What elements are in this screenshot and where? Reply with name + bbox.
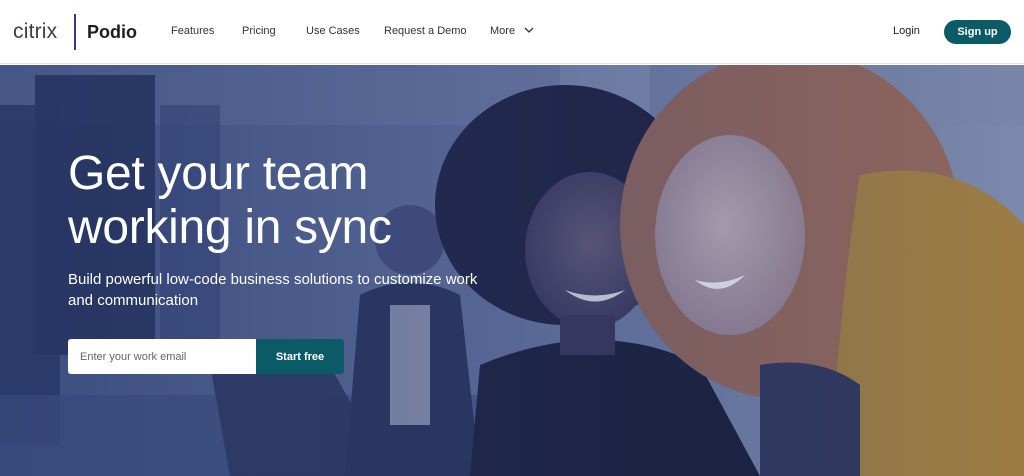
citrix-logo[interactable]: citrix — [13, 20, 57, 44]
chevron-down-icon[interactable] — [524, 25, 534, 35]
nav-features[interactable]: Features — [171, 25, 214, 37]
work-email-input[interactable] — [68, 339, 256, 374]
nav-request-demo[interactable]: Request a Demo — [384, 25, 467, 37]
signup-button[interactable]: Sign up — [944, 20, 1011, 44]
hero-subheadline: Build powerful low-code business solutio… — [68, 271, 478, 309]
start-free-button[interactable]: Start free — [256, 339, 344, 374]
hero-headline: Get your team working in sync — [68, 147, 392, 254]
site-header: citrix Podio Features Pricing Use Cases … — [0, 0, 1024, 64]
nav-more[interactable]: More — [490, 25, 515, 37]
nav-use-cases[interactable]: Use Cases — [306, 25, 360, 37]
login-link[interactable]: Login — [893, 25, 920, 37]
logo-divider — [74, 14, 76, 50]
nav-pricing[interactable]: Pricing — [242, 25, 276, 37]
podio-logo[interactable]: Podio — [87, 22, 137, 43]
hero-section: Get your team working in sync Build powe… — [0, 65, 1024, 476]
